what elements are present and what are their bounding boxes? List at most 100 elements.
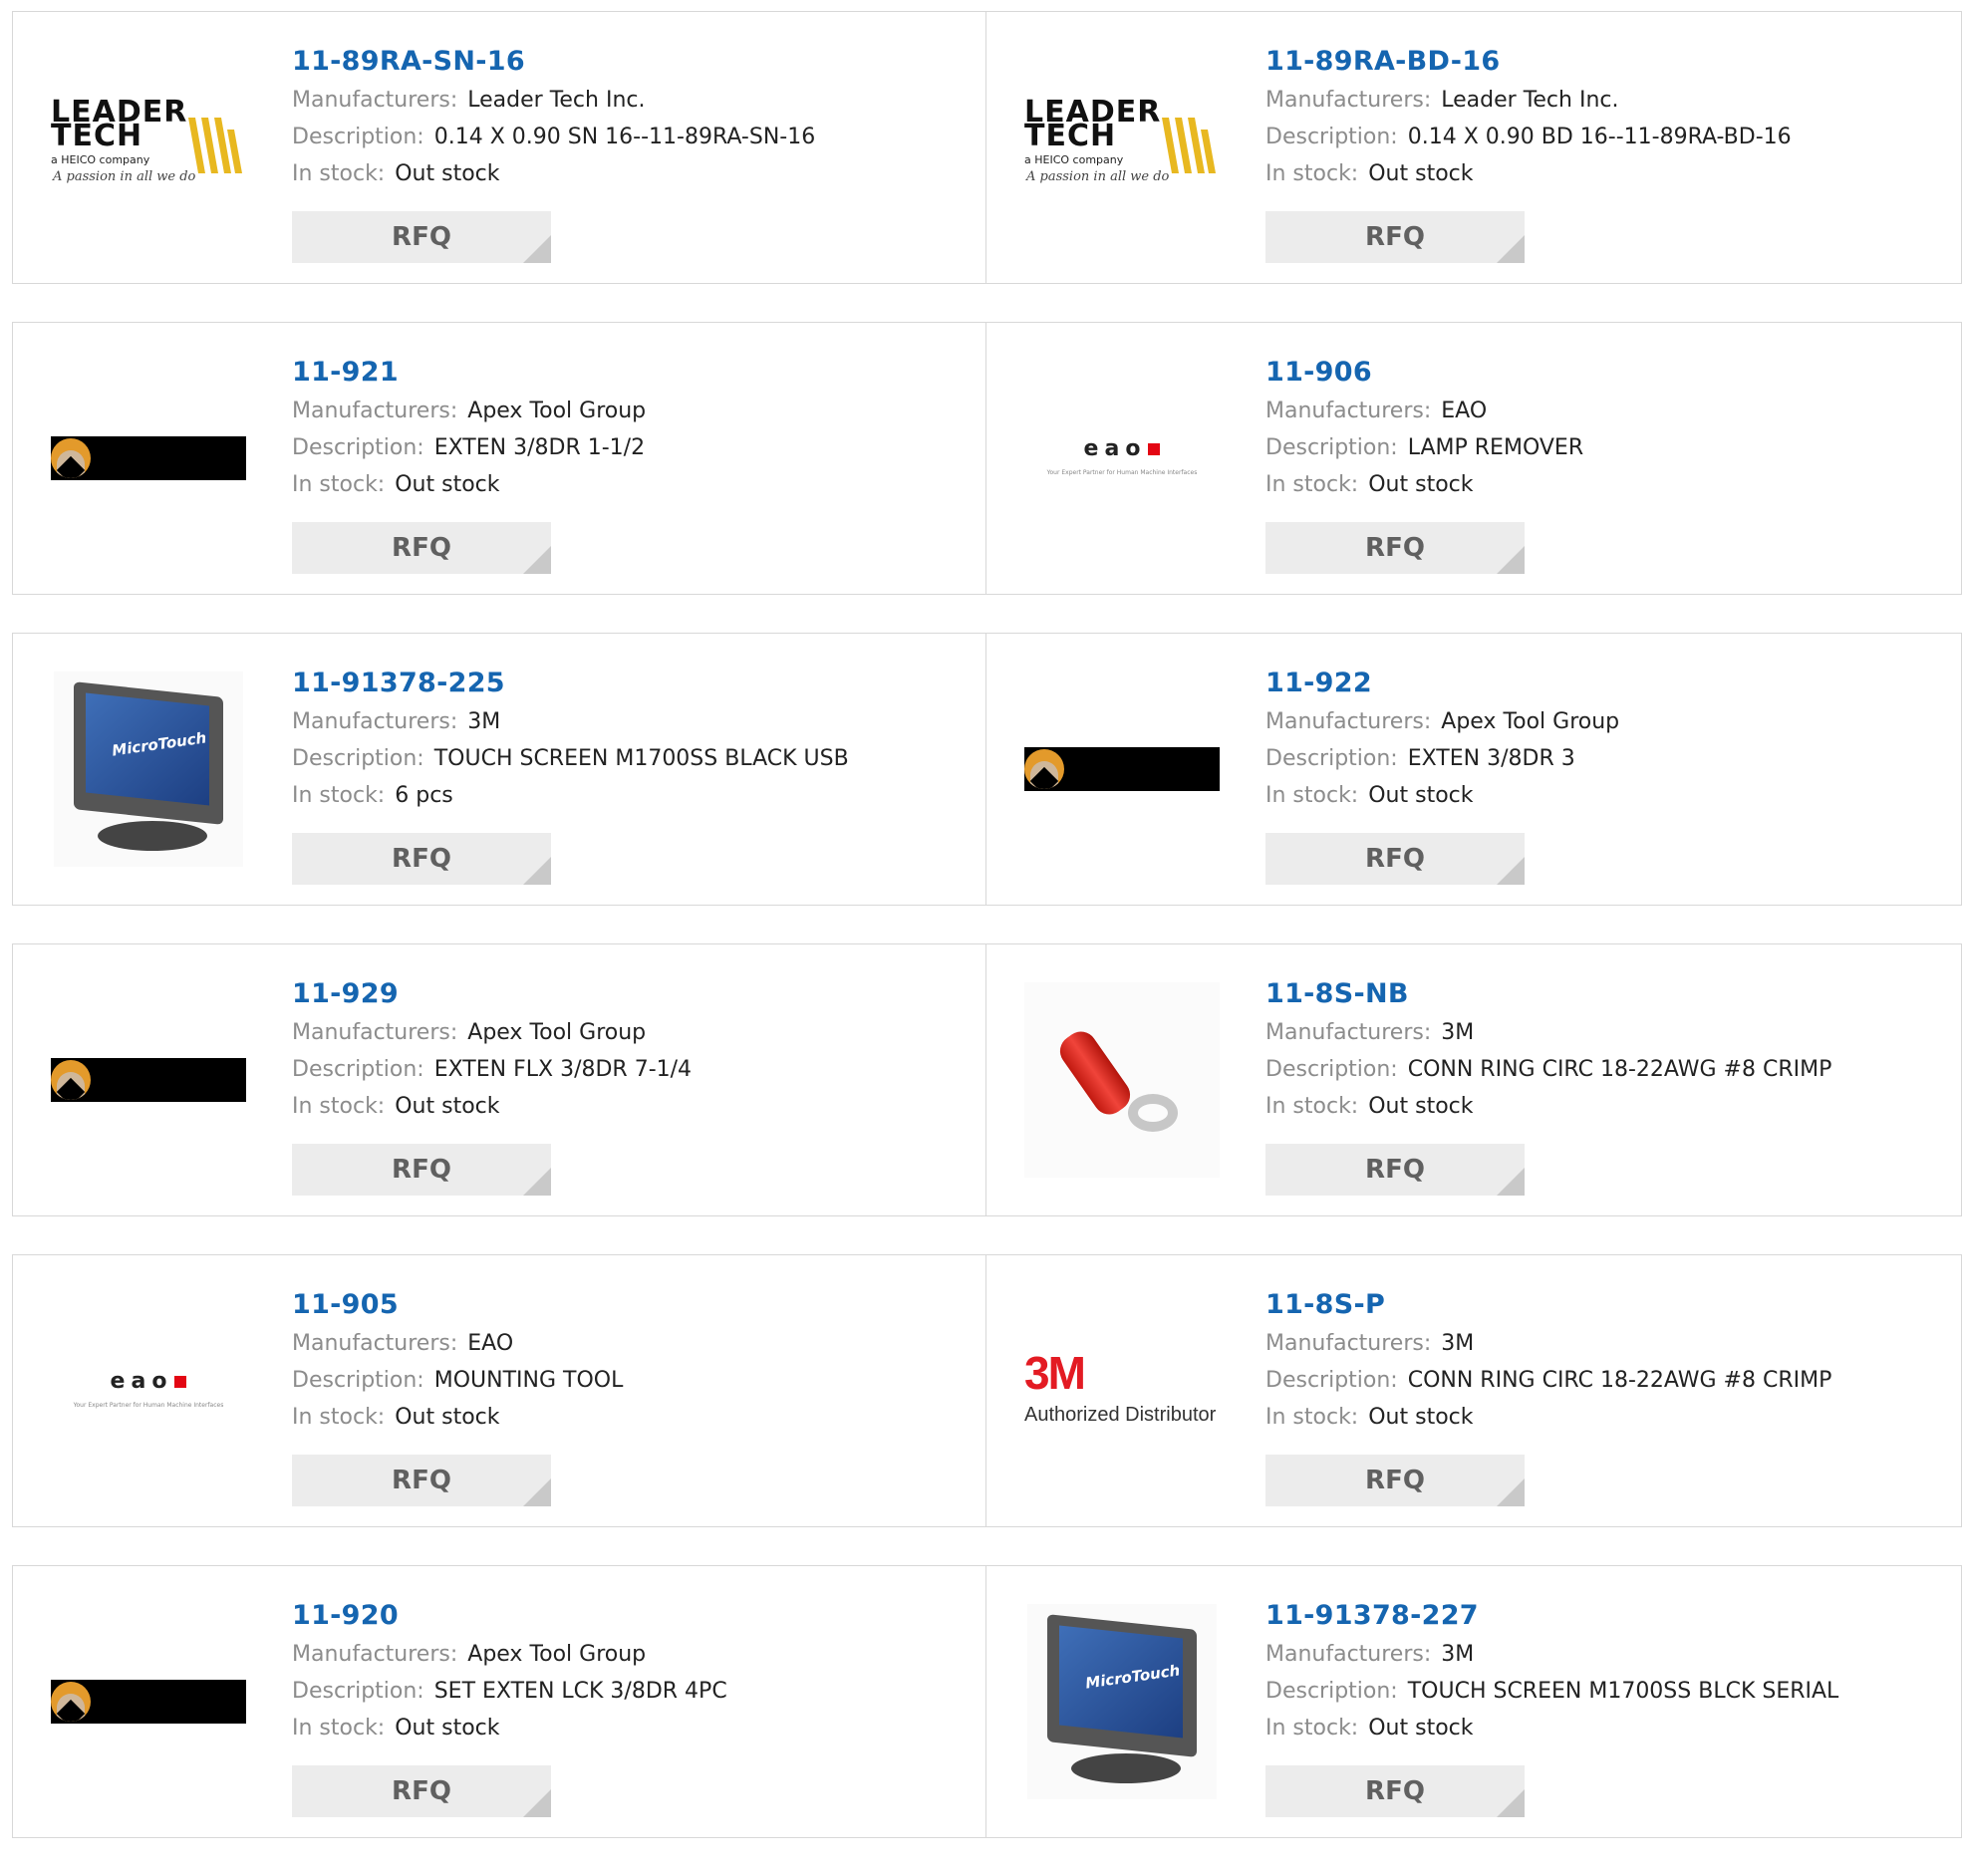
product-info: 11-89RA-SN-16 Manufacturers: Leader Tech I… bbox=[292, 42, 966, 192]
part-number-link[interactable]: 11-905 bbox=[292, 1285, 966, 1325]
logo-tagline: Your Expert Partner for Human Machine In… bbox=[1046, 469, 1198, 476]
part-number-link[interactable]: 11-922 bbox=[1265, 664, 1941, 703]
rfq-label: RFQ bbox=[1365, 1155, 1425, 1185]
part-number-link[interactable]: 11-89RA-BD-16 bbox=[1265, 42, 1941, 82]
description-value: TOUCH SCREEN M1700SS BLACK USB bbox=[433, 746, 849, 771]
corner-triangle-icon bbox=[1497, 1478, 1525, 1506]
description-line: Description: TOUCH SCREEN M1700SS BLCK SE… bbox=[1265, 1673, 1941, 1710]
rfq-button[interactable]: RFQ bbox=[292, 1765, 551, 1817]
rfq-button[interactable]: RFQ bbox=[1265, 211, 1525, 263]
product-card: eao Your Expert Partner for Human Machin… bbox=[12, 1254, 986, 1527]
product-row: LEADER TECH a HEICO company A passion in… bbox=[12, 11, 1962, 284]
product-image[interactable]: LEADER TECH a HEICO company A passion in… bbox=[1024, 50, 1220, 245]
logo-subtext: a HEICO company bbox=[1024, 153, 1124, 166]
rfq-label: RFQ bbox=[392, 844, 451, 874]
manufacturer-label: Manufacturers: bbox=[292, 88, 458, 113]
product-image[interactable]: LEADER TECH a HEICO company A passion in… bbox=[51, 50, 246, 245]
manufacturer-value: 3M bbox=[467, 709, 501, 734]
corner-triangle-icon bbox=[523, 1168, 551, 1196]
stock-label: In stock: bbox=[292, 1716, 386, 1741]
manufacturer-line: Manufacturers: Leader Tech Inc. bbox=[1265, 82, 1941, 119]
product-image[interactable]: eao Your Expert Partner for Human Machin… bbox=[51, 1293, 246, 1488]
product-card: 11-929 Manufacturers: Apex Tool Group Descr… bbox=[12, 943, 986, 1216]
manufacturer-line: Manufacturers: Leader Tech Inc. bbox=[292, 82, 966, 119]
stock-label: In stock: bbox=[1265, 783, 1359, 808]
apex-logo bbox=[1024, 747, 1220, 791]
corner-triangle-icon bbox=[1497, 1789, 1525, 1817]
stripes-icon bbox=[1162, 118, 1216, 173]
description-line: Description: EXTEN FLX 3/8DR 7-1/4 bbox=[292, 1051, 966, 1088]
product-image[interactable] bbox=[51, 361, 246, 556]
rfq-label: RFQ bbox=[1365, 533, 1425, 563]
product-card: MicroTouch 11-91378-227 Manufacturers: 3M D… bbox=[986, 1565, 1962, 1838]
product-image[interactable]: MicroTouch bbox=[51, 671, 246, 867]
rfq-button[interactable]: RFQ bbox=[1265, 1455, 1525, 1506]
part-number-link[interactable]: 11-91378-225 bbox=[292, 664, 966, 703]
stock-line: In stock: Out stock bbox=[292, 1710, 966, 1746]
product-row: MicroTouch 11-91378-225 Manufacturers: 3M D… bbox=[12, 633, 1962, 906]
rfq-button[interactable]: RFQ bbox=[292, 1144, 551, 1196]
product-image[interactable] bbox=[1024, 982, 1220, 1178]
part-number-link[interactable]: 11-921 bbox=[292, 353, 966, 393]
description-value: MOUNTING TOOL bbox=[433, 1368, 624, 1393]
part-number-link[interactable]: 11-8S-NB bbox=[1265, 974, 1941, 1014]
rfq-button[interactable]: RFQ bbox=[1265, 833, 1525, 885]
stock-value: Out stock bbox=[395, 472, 500, 497]
rfq-button[interactable]: RFQ bbox=[1265, 1765, 1525, 1817]
rfq-button[interactable]: RFQ bbox=[292, 833, 551, 885]
part-number-link[interactable]: 11-91378-227 bbox=[1265, 1596, 1941, 1636]
description-label: Description: bbox=[1265, 746, 1398, 771]
product-image[interactable]: MicroTouch bbox=[1024, 1604, 1220, 1799]
product-info: 11-929 Manufacturers: Apex Tool Group Descr… bbox=[292, 974, 966, 1125]
product-info: 11-8S-P Manufacturers: 3M Description: CONN … bbox=[1265, 1285, 1941, 1436]
part-number-link[interactable]: 11-906 bbox=[1265, 353, 1941, 393]
description-label: Description: bbox=[292, 1368, 424, 1393]
product-image[interactable] bbox=[51, 982, 246, 1178]
stock-line: In stock: Out stock bbox=[292, 1088, 966, 1125]
description-label: Description: bbox=[1265, 1057, 1398, 1082]
part-number-link[interactable]: 11-929 bbox=[292, 974, 966, 1014]
rfq-button[interactable]: RFQ bbox=[292, 1455, 551, 1506]
rfq-button[interactable]: RFQ bbox=[292, 522, 551, 574]
part-number-link[interactable]: 11-8S-P bbox=[1265, 1285, 1941, 1325]
description-value: EXTEN FLX 3/8DR 7-1/4 bbox=[433, 1057, 693, 1082]
part-number-link[interactable]: 11-89RA-SN-16 bbox=[292, 42, 966, 82]
description-value: CONN RING CIRC 18-22AWG #8 CRIMP bbox=[1407, 1368, 1832, 1393]
product-image[interactable] bbox=[51, 1604, 246, 1799]
rfq-label: RFQ bbox=[1365, 1466, 1425, 1495]
apex-emblem-icon bbox=[51, 438, 91, 478]
manufacturer-line: Manufacturers: 3M bbox=[1265, 1014, 1941, 1051]
stock-label: In stock: bbox=[292, 783, 386, 808]
description-line: Description: CONN RING CIRC 18-22AWG #8 C… bbox=[1265, 1362, 1941, 1399]
product-image[interactable]: eao Your Expert Partner for Human Machin… bbox=[1024, 361, 1220, 556]
manufacturer-label: Manufacturers: bbox=[292, 1331, 458, 1356]
description-label: Description: bbox=[292, 1679, 424, 1704]
corner-triangle-icon bbox=[523, 857, 551, 885]
product-row: 11-929 Manufacturers: Apex Tool Group Descr… bbox=[12, 943, 1962, 1216]
rfq-button[interactable]: RFQ bbox=[1265, 522, 1525, 574]
rfq-button[interactable]: RFQ bbox=[1265, 1144, 1525, 1196]
red-square-icon bbox=[174, 1376, 187, 1388]
red-square-icon bbox=[1148, 443, 1161, 455]
manufacturer-line: Manufacturers: 3M bbox=[1265, 1325, 1941, 1362]
rfq-label: RFQ bbox=[1365, 844, 1425, 874]
rfq-button[interactable]: RFQ bbox=[292, 211, 551, 263]
description-value: TOUCH SCREEN M1700SS BLCK SERIAL bbox=[1407, 1679, 1839, 1704]
stock-label: In stock: bbox=[292, 1405, 386, 1430]
product-card: 11-920 Manufacturers: Apex Tool Group Descr… bbox=[12, 1565, 986, 1838]
rfq-label: RFQ bbox=[392, 1776, 451, 1806]
product-image[interactable]: 3M Authorized Distributor bbox=[1024, 1293, 1220, 1488]
manufacturer-line: Manufacturers: 3M bbox=[292, 703, 966, 740]
part-number-link[interactable]: 11-920 bbox=[292, 1596, 966, 1636]
description-label: Description: bbox=[1265, 1679, 1398, 1704]
rfq-label: RFQ bbox=[392, 1155, 451, 1185]
stock-value: Out stock bbox=[395, 1094, 500, 1119]
3m-logo: 3M Authorized Distributor bbox=[1024, 1346, 1220, 1436]
stock-line: In stock: Out stock bbox=[292, 466, 966, 503]
manufacturer-value: 3M bbox=[1441, 1020, 1475, 1045]
logo-text: eao bbox=[110, 1369, 173, 1394]
manufacturer-label: Manufacturers: bbox=[1265, 1331, 1432, 1356]
corner-triangle-icon bbox=[1497, 235, 1525, 263]
product-image[interactable] bbox=[1024, 671, 1220, 867]
ring-terminal-image bbox=[1024, 982, 1220, 1178]
